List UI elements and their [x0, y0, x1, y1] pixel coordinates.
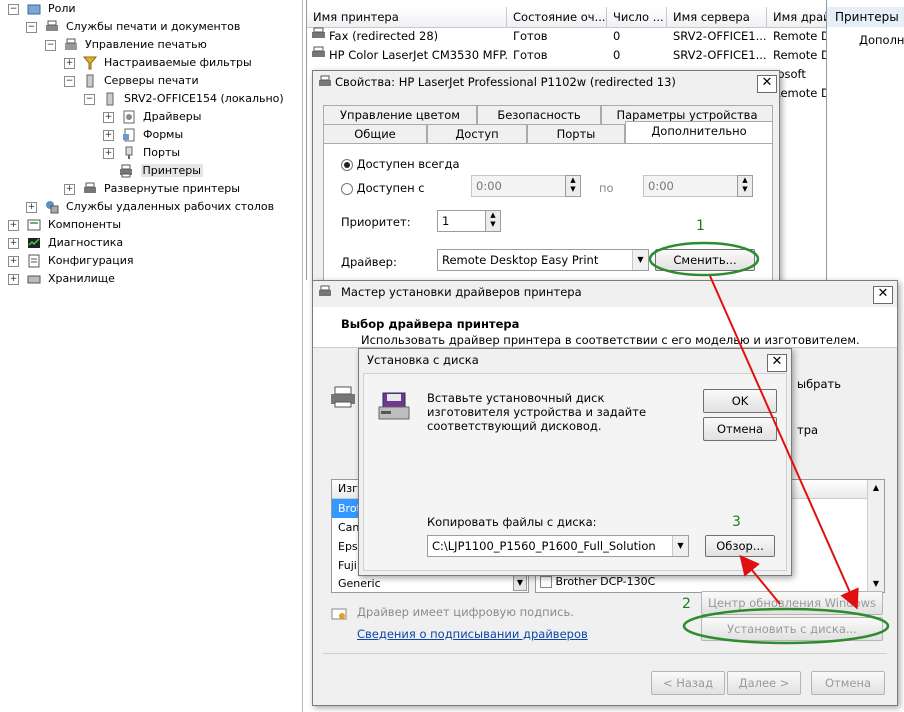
step-number-2: 2: [682, 596, 691, 612]
highlight-have-disk-button: [682, 607, 890, 645]
highlight-change-button: [648, 241, 760, 277]
annotation-overlay: [648, 241, 890, 645]
arrow-to-have-disk: [709, 275, 859, 610]
step-number-3: 3: [732, 514, 741, 530]
arrow-to-browse: [739, 554, 781, 605]
step-number-1: 1: [696, 218, 705, 234]
